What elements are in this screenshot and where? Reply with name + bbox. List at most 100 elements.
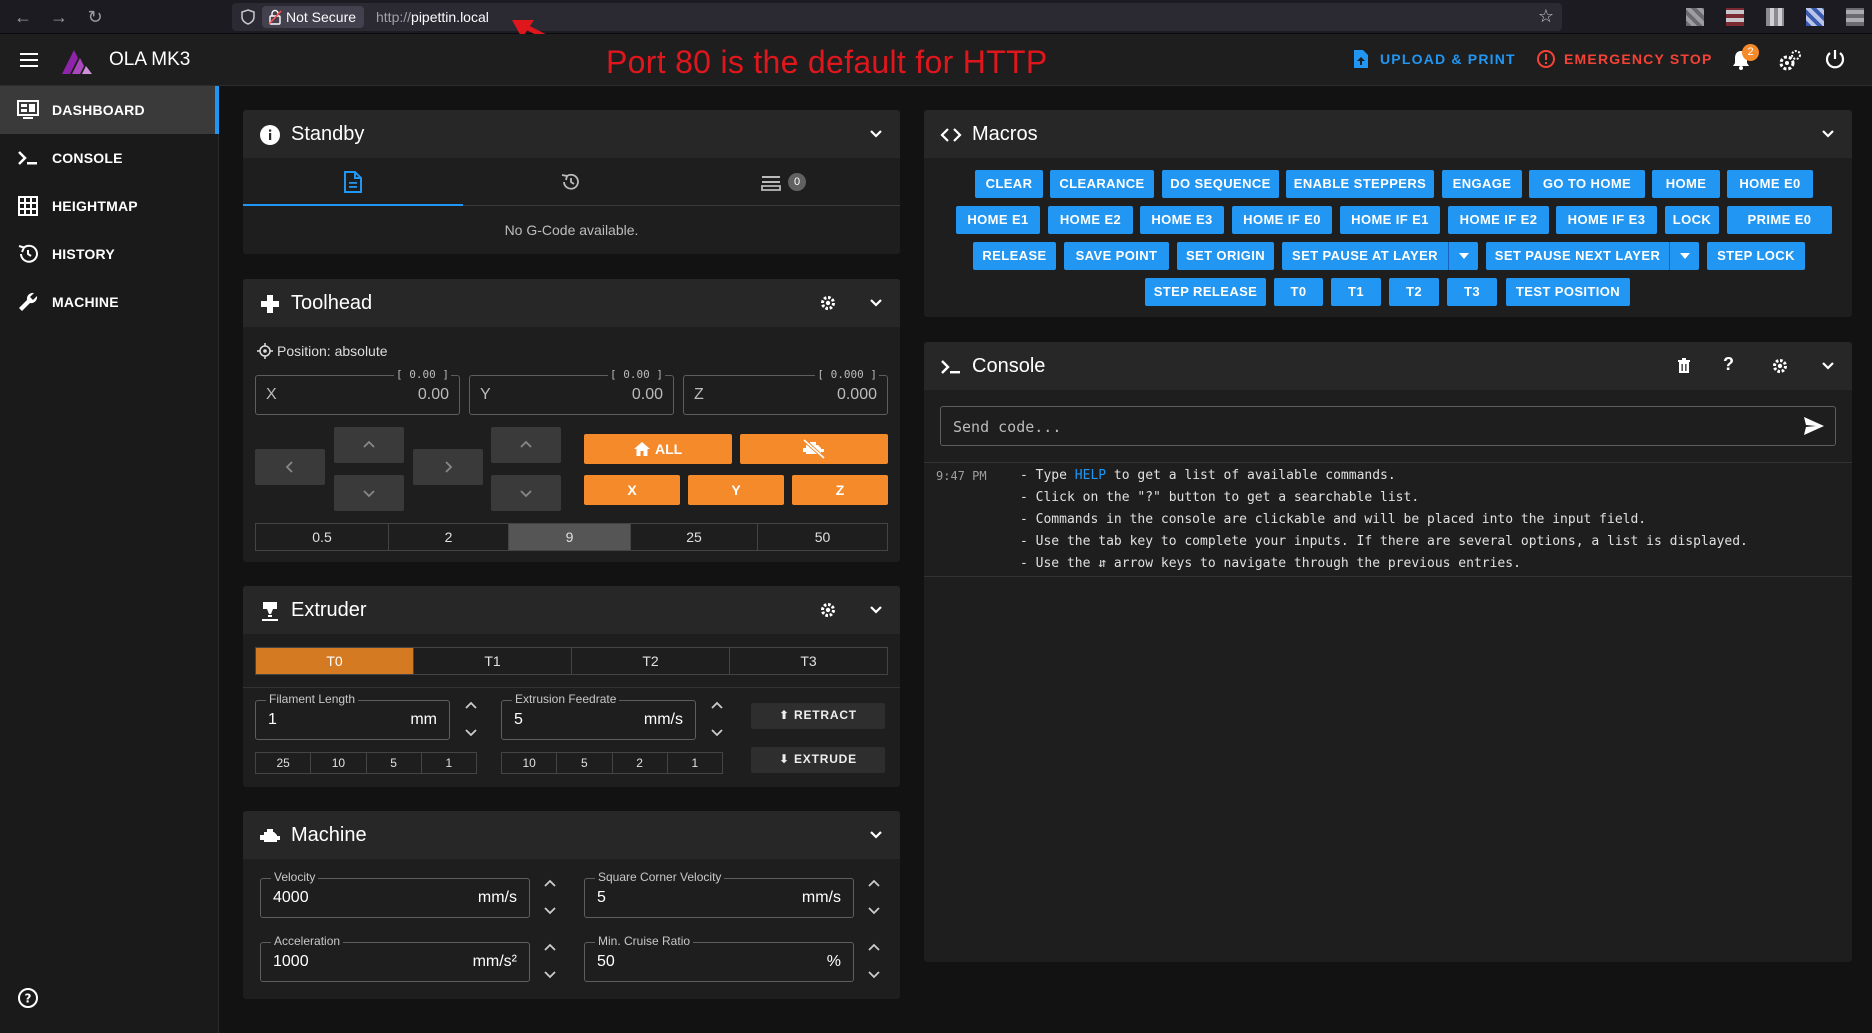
home-x-button[interactable]: X bbox=[584, 475, 680, 505]
console-input[interactable]: Send code... bbox=[940, 406, 1836, 446]
macro-button[interactable]: HOME E1 bbox=[956, 206, 1040, 234]
chevron-down-icon[interactable] bbox=[461, 724, 481, 742]
step-option-active[interactable]: 9 bbox=[509, 524, 631, 550]
chevron-down-icon[interactable] bbox=[540, 902, 560, 920]
macro-button[interactable]: CLEAR bbox=[975, 170, 1043, 198]
macro-button[interactable]: ENABLE STEPPERS bbox=[1286, 170, 1434, 198]
x-position-field[interactable]: X [ 0.00 ] 0.00 bbox=[255, 368, 460, 415]
tab-current-file[interactable] bbox=[243, 158, 463, 206]
chevron-down-icon[interactable] bbox=[867, 826, 885, 844]
help-command-link[interactable]: HELP bbox=[1075, 468, 1106, 483]
preset-option[interactable]: 25 bbox=[256, 753, 312, 773]
reload-icon[interactable]: ↻ bbox=[84, 6, 106, 28]
chevron-up-icon[interactable] bbox=[864, 874, 884, 892]
bookmark-star-icon[interactable]: ☆ bbox=[1538, 6, 1554, 27]
chevron-down-icon[interactable] bbox=[707, 724, 727, 742]
settings-cogs-icon[interactable] bbox=[1778, 49, 1802, 73]
chevron-down-icon[interactable] bbox=[867, 294, 885, 312]
macro-button[interactable]: RELEASE bbox=[973, 242, 1056, 270]
url-text[interactable]: http://pipettin.local bbox=[376, 7, 489, 27]
z-position-field[interactable]: Z [ 0.000 ] 0.000 bbox=[683, 368, 888, 415]
extension-icon[interactable] bbox=[1726, 8, 1744, 26]
chevron-up-icon[interactable] bbox=[540, 874, 560, 892]
home-all-button[interactable]: ALL bbox=[584, 434, 732, 464]
chevron-down-icon[interactable] bbox=[864, 902, 884, 920]
preset-option[interactable]: 1 bbox=[668, 753, 722, 773]
macro-button[interactable]: CLEARANCE bbox=[1050, 170, 1154, 198]
chevron-down-icon[interactable] bbox=[1819, 125, 1837, 143]
toolhead-header[interactable]: Toolhead bbox=[243, 279, 900, 327]
chevron-up-icon[interactable] bbox=[864, 938, 884, 956]
macro-button[interactable]: DO SEQUENCE bbox=[1162, 170, 1279, 198]
extruder-header[interactable]: Extruder bbox=[243, 586, 900, 634]
macro-button[interactable]: STEP LOCK bbox=[1707, 242, 1805, 270]
chevron-up-icon[interactable] bbox=[707, 696, 727, 714]
extrusion-feedrate-field[interactable]: Extrusion Feedrate 5 mm/s bbox=[501, 692, 696, 740]
help-question-icon[interactable]: ? bbox=[1723, 354, 1734, 375]
home-y-button[interactable]: Y bbox=[688, 475, 784, 505]
macro-button[interactable]: HOME E3 bbox=[1140, 206, 1224, 234]
machine-header[interactable]: Machine bbox=[243, 811, 900, 859]
macro-button[interactable]: PRIME E0 bbox=[1727, 206, 1832, 234]
sidebar-item-history[interactable]: HISTORY bbox=[0, 230, 219, 278]
preset-option[interactable]: 10 bbox=[502, 753, 558, 773]
preset-option[interactable]: 5 bbox=[557, 753, 613, 773]
sidebar-item-console[interactable]: CONSOLE bbox=[0, 134, 219, 182]
macro-button[interactable]: HOME bbox=[1652, 170, 1720, 198]
macro-button[interactable]: GO TO HOME bbox=[1529, 170, 1645, 198]
step-option[interactable]: 50 bbox=[758, 524, 887, 550]
macro-dropdown-toggle[interactable] bbox=[1448, 242, 1478, 270]
square-corner-velocity-field[interactable]: Square Corner Velocity 5 mm/s bbox=[584, 870, 854, 918]
jog-x-plus-button[interactable] bbox=[413, 449, 483, 485]
extension-icon[interactable] bbox=[1686, 8, 1704, 26]
send-icon[interactable] bbox=[1803, 416, 1825, 436]
tab-history[interactable] bbox=[463, 158, 680, 206]
jog-z-plus-button[interactable] bbox=[491, 427, 561, 463]
jog-x-minus-button[interactable] bbox=[255, 449, 325, 485]
acceleration-field[interactable]: Acceleration 1000 mm/s² bbox=[260, 934, 530, 982]
extension-icon[interactable] bbox=[1846, 8, 1864, 26]
gear-icon[interactable] bbox=[819, 601, 837, 619]
notifications-button[interactable]: 2 bbox=[1730, 44, 1759, 73]
forward-arrow-icon[interactable]: → bbox=[48, 6, 70, 28]
macro-button[interactable]: SAVE POINT bbox=[1064, 242, 1169, 270]
power-icon[interactable] bbox=[1824, 48, 1846, 70]
gear-icon[interactable] bbox=[1771, 357, 1789, 375]
retract-button[interactable]: ⬆ RETRACT bbox=[751, 703, 885, 729]
extension-icon[interactable] bbox=[1766, 8, 1784, 26]
chevron-down-icon[interactable] bbox=[864, 966, 884, 984]
macro-button[interactable]: STEP RELEASE bbox=[1145, 278, 1266, 306]
extension-icon[interactable] bbox=[1806, 8, 1824, 26]
macro-button[interactable]: TEST POSITION bbox=[1506, 278, 1630, 306]
extrude-button[interactable]: ⬇ EXTRUDE bbox=[751, 747, 885, 773]
jog-z-minus-button[interactable] bbox=[491, 475, 561, 511]
console-header[interactable]: Console ? bbox=[924, 342, 1852, 390]
preset-option[interactable]: 5 bbox=[367, 753, 422, 773]
step-option[interactable]: 25 bbox=[631, 524, 758, 550]
chevron-up-icon[interactable] bbox=[540, 938, 560, 956]
macro-dropdown-toggle[interactable] bbox=[1669, 242, 1699, 270]
macro-button[interactable]: T2 bbox=[1389, 278, 1439, 306]
preset-option[interactable]: 2 bbox=[613, 753, 668, 773]
macro-button[interactable]: ENGAGE bbox=[1442, 170, 1522, 198]
tab-queue[interactable]: 0 bbox=[680, 158, 900, 206]
sidebar-item-heightmap[interactable]: HEIGHTMAP bbox=[0, 182, 219, 230]
chevron-down-icon[interactable] bbox=[540, 966, 560, 984]
y-position-field[interactable]: Y [ 0.00 ] 0.00 bbox=[469, 368, 674, 415]
velocity-field[interactable]: Velocity 4000 mm/s bbox=[260, 870, 530, 918]
sidebar-item-machine[interactable]: MACHINE bbox=[0, 278, 219, 326]
trash-icon[interactable] bbox=[1675, 357, 1693, 375]
jog-y-minus-button[interactable] bbox=[334, 475, 404, 511]
step-option[interactable]: 0.5 bbox=[256, 524, 389, 550]
jog-y-plus-button[interactable] bbox=[334, 427, 404, 463]
macro-button[interactable]: HOME E0 bbox=[1727, 170, 1813, 198]
home-z-button[interactable]: Z bbox=[792, 475, 888, 505]
macros-header[interactable]: Macros bbox=[924, 110, 1852, 158]
macro-button[interactable]: HOME IF E2 bbox=[1448, 206, 1549, 234]
menu-icon[interactable] bbox=[18, 49, 40, 71]
macro-button[interactable]: HOME IF E1 bbox=[1340, 206, 1440, 234]
macro-button[interactable]: T0 bbox=[1274, 278, 1323, 306]
tool-tab-t3[interactable]: T3 bbox=[730, 648, 887, 674]
macro-button-with-menu[interactable]: SET PAUSE NEXT LAYER bbox=[1486, 242, 1699, 270]
preset-option[interactable]: 1 bbox=[422, 753, 476, 773]
